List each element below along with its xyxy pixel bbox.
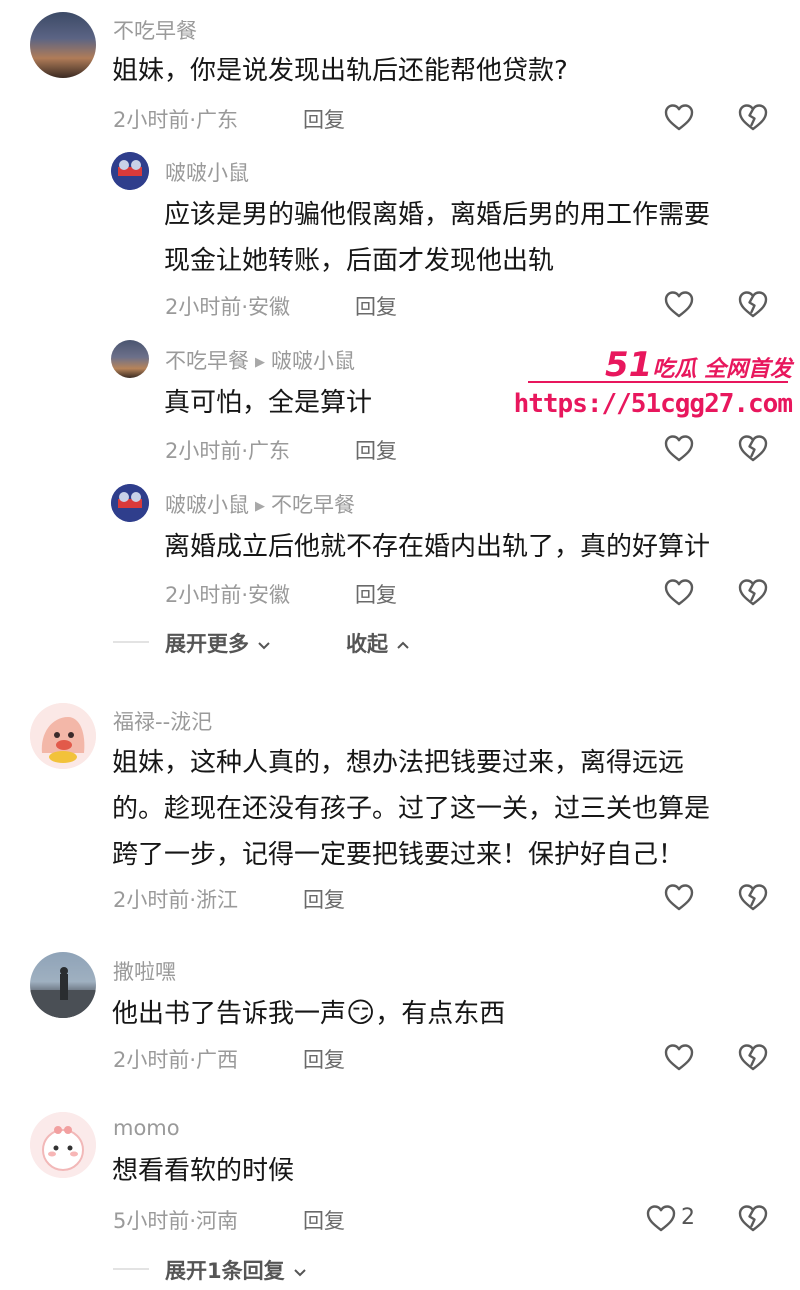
broken-heart-icon[interactable] [737,882,769,912]
reply-username[interactable]: 啵啵小鼠 [165,157,249,187]
collapse-label: 收起 [346,632,388,656]
reply-to-arrow-icon: ▶ [255,499,265,514]
watermark-number: 51 [605,345,653,385]
chevron-down-icon [294,1269,306,1277]
avatar[interactable] [30,12,96,78]
mouse-avatar-icon [111,484,149,522]
expand-more-button[interactable]: 展开更多 [165,628,272,658]
like-count: 2 [681,1205,695,1230]
reply-text: 真可怕，全是算计 [164,388,373,418]
chevron-up-icon [397,641,410,649]
comment-text: 他出书了告诉我一声😏，有点东西 [112,990,505,1037]
reply-username[interactable]: 啵啵小鼠 ▶ 不吃早餐 [165,489,355,519]
broken-heart-icon[interactable] [737,289,769,319]
reply-button[interactable]: 回复 [355,291,397,321]
reply-button[interactable]: 回复 [303,104,345,134]
broken-heart-icon[interactable] [737,577,769,607]
reply-time-location: 2小时前·广东 [165,439,291,463]
reply-author[interactable]: 不吃早餐 [165,349,249,373]
comment-text-part: ，有点东西 [375,999,506,1029]
reply-text-line: 应该是男的骗他假离婚，离婚后男的用工作需要 [164,200,711,230]
reply-button[interactable]: 回复 [303,1205,345,1235]
heart-outline-icon[interactable] [663,577,695,607]
heart-outline-icon[interactable] [663,102,695,132]
cartoon-avatar-icon [30,1112,96,1178]
photo-avatar-icon [30,967,96,1018]
thread-divider [113,1268,149,1270]
broken-heart-icon[interactable] [737,1042,769,1072]
heart-outline-icon[interactable] [663,882,695,912]
comment-time-location: 2小时前·广西 [113,1048,239,1072]
broken-heart-icon[interactable] [737,102,769,132]
avatar[interactable] [111,484,149,522]
broken-heart-icon[interactable] [737,1203,769,1233]
comment-text-line: 的。趁现在还没有孩子。过了这一关，过三关也算是 [112,794,711,824]
reply-target[interactable]: 不吃早餐 [271,493,355,517]
reply-to-arrow-icon: ▶ [255,355,265,370]
comment-time-location: 2小时前·广东 [113,108,239,132]
smirk-emoji-icon: 😏 [346,996,376,1029]
comment-text-line: 姐妹，这种人真的，想办法把钱要过来，离得远远 [112,748,685,778]
reply-time-location: 2小时前·安徽 [165,583,291,607]
comment-time-location: 2小时前·浙江 [113,888,239,912]
expand-replies-label: 展开1条回复 [165,1259,285,1283]
reply-button[interactable]: 回复 [355,435,397,465]
avatar[interactable] [111,340,149,378]
watermark-title: 51吃瓜 全网首发 [605,345,792,385]
collapse-button[interactable]: 收起 [346,628,411,658]
comment-time-location: 5小时前·河南 [113,1209,239,1233]
heart-outline-icon[interactable] [663,433,695,463]
reply-username[interactable]: 不吃早餐 ▶ 啵啵小鼠 [165,345,355,375]
avatar[interactable] [30,703,96,769]
watermark-url: https://51cgg27.com [513,389,793,419]
comment-text-line: 跨了一步，记得一定要把钱要过来！保护好自己！ [112,840,685,870]
reply-author[interactable]: 啵啵小鼠 [165,493,249,517]
thread-divider [113,641,149,643]
reply-text-line: 现金让她转账，后面才发现他出轨 [164,246,555,276]
watermark-slogan: 吃瓜 全网首发 [652,357,792,382]
chevron-down-icon [258,642,271,650]
reply-button[interactable]: 回复 [303,1044,345,1074]
reply-button[interactable]: 回复 [303,884,345,914]
comment-text-part: 他出书了告诉我一声 [112,999,347,1029]
watermark-underline [528,381,788,383]
reply-time-location: 2小时前·安徽 [165,295,291,319]
avatar[interactable] [111,152,149,190]
broken-heart-icon[interactable] [737,433,769,463]
comment-username[interactable]: 撒啦嘿 [113,956,176,986]
heart-outline-icon[interactable] [663,289,695,319]
comment-username[interactable]: 福禄--泷汜 [113,706,212,736]
watermark: 51吃瓜 全网首发 https://51cgg27.com [514,343,796,425]
avatar[interactable] [30,952,96,1018]
comment-text: 姐妹，你是说发现出轨后还能帮他贷款? [112,56,568,86]
heart-outline-icon[interactable] [645,1203,677,1233]
reply-target[interactable]: 啵啵小鼠 [271,349,355,373]
comment-text: 想看看软的时候 [112,1156,295,1186]
heart-outline-icon[interactable] [663,1042,695,1072]
reply-text: 离婚成立后他就不存在婚内出轨了，真的好算计 [164,532,711,562]
expand-replies-button[interactable]: 展开1条回复 [165,1255,308,1285]
cartoon-avatar-icon [30,703,96,769]
comment-username[interactable]: momo [113,1116,180,1140]
avatar[interactable] [30,1112,96,1178]
mouse-avatar-icon [111,152,149,190]
reply-button[interactable]: 回复 [355,579,397,609]
comment-username[interactable]: 不吃早餐 [113,15,197,45]
expand-more-label: 展开更多 [165,632,249,656]
